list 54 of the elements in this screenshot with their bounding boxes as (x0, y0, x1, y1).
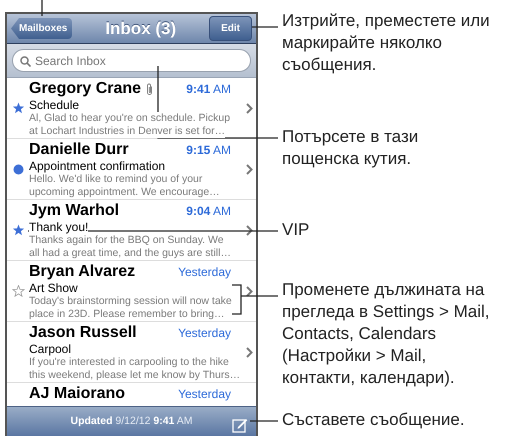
message-preview: place in 23D. Please remember to bring… (29, 308, 225, 321)
screen-title: Inbox (3) (105, 18, 176, 40)
leader-line (41, 0, 43, 16)
message-row[interactable]: Jym Warhol 9:04 AM Thank you! Thanks again for the BBQ on Sunday. We all had a great time, and the guys are still… (7, 200, 256, 261)
message-preview: If you're interested in carpooling to the hike (29, 356, 229, 369)
message-preview: this weekend, please let me know by Thurs… (29, 369, 240, 382)
message-row[interactable]: Danielle Durr 9:15 AM Appointment confirmation Hello. We'd like to remind you of your upcoming appointment. We encourage… (7, 139, 256, 200)
message-preview: Today's brainstorming session will now take (29, 295, 232, 308)
message-subject: Appointment confirmation (29, 159, 166, 173)
leader-line (231, 284, 279, 315)
chevron-icon (246, 102, 253, 114)
search-icon (20, 56, 31, 67)
chevron-icon (246, 224, 253, 236)
edit-button[interactable]: Edit (209, 16, 252, 41)
callout-text: Изтрийте, преместете или маркирайте няколко съобщения. (282, 10, 491, 76)
sender-name: Jym Warhol (29, 202, 120, 220)
message-time: Yesterday (178, 325, 231, 342)
message-preview: upcoming appointment. We encourage… (29, 186, 220, 199)
compose-icon (232, 418, 248, 434)
message-time: Yesterday (178, 264, 231, 281)
message-row[interactable]: Jason Russell Yesterday Carpool If you're interested in carpooling to the hike this weekend, please let me know by Thurs… (7, 322, 256, 383)
sender-name: AJ Maiorano (29, 385, 126, 403)
message-preview: Al, Glad to hear you're on schedule. Pickup (29, 112, 230, 125)
chevron-icon (246, 346, 253, 358)
callout-text: VIP (282, 219, 310, 241)
leader-line (252, 26, 278, 28)
message-subject: Thank you! (29, 220, 88, 234)
message-row[interactable]: Bryan Alvarez Yesterday Art Show Today's brainstorming session will now take place in 23D. Please remember to bring… (7, 261, 256, 322)
search-field[interactable]: Search Inbox (12, 49, 251, 72)
sender-name: Gregory Crane (29, 80, 142, 98)
leader-line (250, 420, 278, 422)
message-preview: at Lochart Industries in Denver is set for… (29, 125, 226, 138)
message-preview: Thanks again for the BBQ on Sunday. We (29, 234, 224, 247)
callout-text: Променете дължината на прегледа в Settings > Mail, Contacts, Calendars (Настройки > Mail, контакти, календари). (282, 279, 490, 389)
chevron-icon (246, 164, 253, 174)
sender-name: Jason Russell (29, 324, 137, 342)
message-row[interactable]: AJ Maiorano Yesterday (7, 383, 256, 406)
message-subject: Carpool (29, 342, 72, 356)
message-preview: Hello. We'd like to remind you of your (29, 173, 202, 186)
message-preview: all had a great time, and the guys are still… (29, 247, 231, 260)
chevron-icon (246, 286, 253, 296)
message-time: 9:41 AM (186, 81, 231, 98)
sender-name: Danielle Durr (29, 141, 129, 159)
callout-text: Съставете съобщение. (282, 409, 466, 431)
message-subject: Art Show (29, 281, 78, 295)
update-status: Updated 9/12/12 9:41 AM (70, 414, 192, 429)
message-time: 9:04 AM (186, 203, 231, 220)
back-button[interactable]: Mailboxes (11, 18, 72, 39)
sender-name: Bryan Alvarez (29, 263, 136, 281)
message-row[interactable]: Gregory Crane 9:41 AM Schedule Al, Glad to hear you're on schedule. Pickup at Lochart Industries in Denver is set for… (7, 78, 256, 139)
message-time: Yesterday (178, 386, 231, 403)
message-time: 9:15 AM (186, 142, 231, 159)
message-subject: Schedule (29, 98, 80, 112)
callout-text: Потърсете в тази пощенска кутия. (282, 126, 420, 170)
